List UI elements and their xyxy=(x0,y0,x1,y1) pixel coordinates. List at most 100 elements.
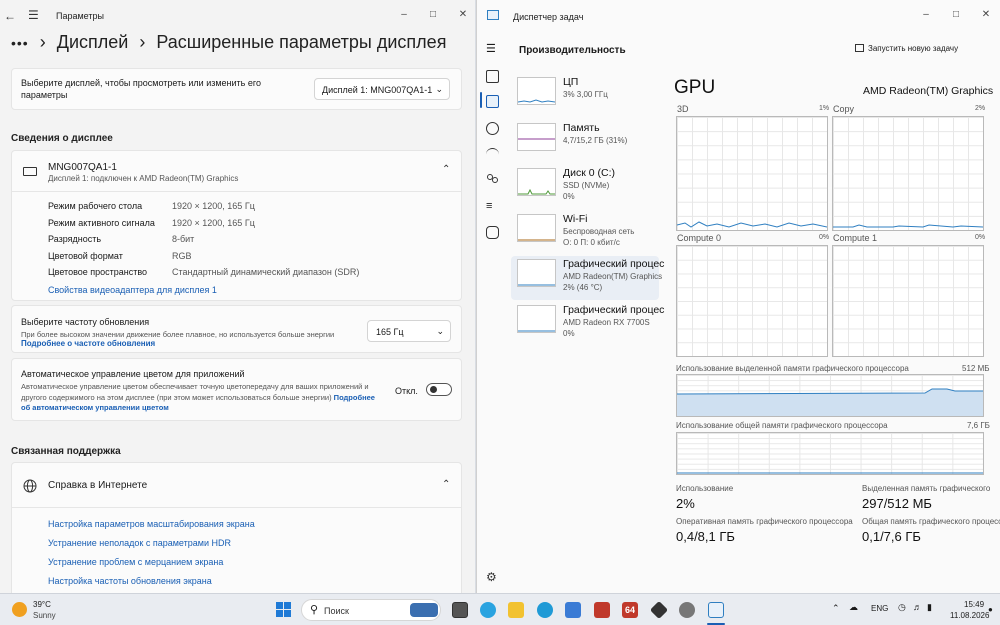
battery-icon[interactable]: ▮ xyxy=(927,602,932,613)
close-icon[interactable]: ✕ xyxy=(980,9,992,20)
divider xyxy=(12,507,461,508)
dedicated-memory-max: 512 МБ xyxy=(962,364,990,373)
perf-item[interactable]: ЦП 3% 3,00 ГГц xyxy=(511,74,659,118)
adapter-properties-link[interactable]: Свойства видеоадаптера для дисплея 1 xyxy=(48,285,217,295)
edge-icon[interactable] xyxy=(537,602,553,618)
tray-app-icon[interactable]: ☁ xyxy=(849,602,858,613)
perf-item-name: Память xyxy=(563,121,600,134)
engine-max: 2% xyxy=(975,105,986,112)
more-icon[interactable]: ••• xyxy=(11,35,29,51)
engine-name[interactable]: Copy xyxy=(833,104,854,114)
close-icon[interactable]: ✕ xyxy=(457,9,469,20)
thumbnail-graph xyxy=(518,330,555,331)
weather-sun-icon[interactable] xyxy=(12,602,27,617)
notification-bell-icon[interactable]: ● xyxy=(988,605,993,614)
run-new-task-button[interactable]: Запустить новую задачу xyxy=(855,44,958,53)
performance-icon[interactable] xyxy=(486,95,499,108)
minimize-icon[interactable]: – xyxy=(920,9,932,20)
taskmgr-window: Диспетчер задач – □ ✕ ☰ ≡ ⚙ Производител… xyxy=(476,0,1000,593)
perf-item[interactable]: Wi-Fi Беспроводная сеть О: 0 П: 0 кбит/с xyxy=(511,211,659,255)
refresh-rate-select[interactable]: 165 Гц ⌄ xyxy=(367,320,451,342)
search-icon: ⚲ xyxy=(310,604,319,616)
engine-name[interactable]: Compute 1 xyxy=(833,233,877,243)
detail-label: Цветовой формат xyxy=(48,250,123,261)
processes-icon[interactable] xyxy=(486,70,499,83)
clock-date[interactable]: 11.08.2026 xyxy=(950,611,989,620)
shared-memory-max: 7,6 ГБ xyxy=(967,421,990,430)
back-arrow-icon[interactable]: ← xyxy=(4,9,16,23)
taskmgr-app-icon xyxy=(487,10,499,20)
auto-color-card: Автоматическое управление цветом для при… xyxy=(11,358,462,421)
settings-titlebar: ← ☰ Параметры – □ ✕ xyxy=(0,0,475,32)
online-help-card: Справка в Интернете ⌃ Настройка параметр… xyxy=(11,462,462,593)
services-icon[interactable] xyxy=(486,226,499,239)
perf-item[interactable]: Графический процес AMD Radeon RX 7700S 0% xyxy=(511,302,664,346)
telegram-icon[interactable] xyxy=(480,602,496,618)
settings-gear-icon[interactable]: ⚙ xyxy=(486,570,497,584)
chevron-up-icon[interactable]: ⌃ xyxy=(442,479,450,490)
engine-graph xyxy=(676,116,828,231)
run-task-icon xyxy=(855,44,864,52)
settings-window: ← ☰ Параметры – □ ✕ ••• › Дисплей › Расш… xyxy=(0,0,475,593)
thumbnail-graph xyxy=(518,188,555,195)
task-manager-taskbar-icon[interactable] xyxy=(708,602,724,618)
perf-item-usage: О: 0 П: 0 кбит/с xyxy=(563,237,620,247)
chevron-up-icon[interactable]: ⌃ xyxy=(442,164,450,175)
perf-item[interactable]: Память 4,7/15,2 ГБ (31%) xyxy=(511,120,659,164)
engine-usage-line xyxy=(677,221,827,228)
minimize-icon[interactable]: – xyxy=(398,9,410,20)
refresh-learn-more-link[interactable]: Подробнее о частоте обновления xyxy=(21,339,155,348)
help-link[interactable]: Настройка параметров масштабирования экр… xyxy=(48,519,255,529)
stat-label: Оперативная память графического процессо… xyxy=(676,517,853,526)
file-explorer-icon[interactable] xyxy=(508,602,524,618)
startup-apps-icon[interactable] xyxy=(486,148,499,161)
volume-icon[interactable]: ♬ xyxy=(913,602,922,612)
language-indicator[interactable]: ENG xyxy=(871,604,888,613)
help-link[interactable]: Устранение неполадок с параметрами HDR xyxy=(48,538,231,548)
engine-name[interactable]: 3D xyxy=(677,104,689,114)
tray-chevron-up-icon[interactable]: ⌃ xyxy=(832,603,840,614)
store-icon[interactable] xyxy=(565,602,581,618)
users-icon[interactable] xyxy=(486,174,499,187)
stat-value: 0,1/7,6 ГБ xyxy=(862,529,921,544)
maximize-icon[interactable]: □ xyxy=(950,9,962,20)
acm-description: Автоматическое управление цветом обеспеч… xyxy=(21,382,376,414)
perf-item-name: Графический процес xyxy=(563,258,665,270)
perf-item[interactable]: Диск 0 (C:) SSD (NVMe) 0% xyxy=(511,165,659,209)
engine-name[interactable]: Compute 0 xyxy=(677,233,721,243)
help-link[interactable]: Устранение проблем с мерцанием экрана xyxy=(48,557,223,567)
display-select[interactable]: Дисплей 1: MNG007QA1-1 ⌄ xyxy=(314,78,450,100)
breadcrumb-parent[interactable]: Дисплей xyxy=(57,32,129,52)
wifi-icon[interactable]: ◷ xyxy=(898,602,906,613)
settings-taskbar-icon[interactable] xyxy=(679,602,695,618)
engine-max: 0% xyxy=(819,234,830,241)
weather-temp[interactable]: 39°C xyxy=(33,600,51,609)
thumbnail-graph xyxy=(518,239,555,240)
detail-label: Режим рабочего стола xyxy=(48,201,143,211)
start-windows-icon[interactable] xyxy=(276,602,292,618)
display-info-heading: Сведения о дисплее xyxy=(11,133,113,144)
perf-item-detail: Беспроводная сеть xyxy=(563,226,635,236)
app-cube-icon[interactable] xyxy=(649,600,669,620)
app-history-icon[interactable] xyxy=(486,122,499,135)
hamburger-menu-icon[interactable]: ☰ xyxy=(28,8,39,22)
aida64-icon[interactable]: 64 xyxy=(622,602,638,618)
taskmgr-nav: ☰ ≡ ⚙ xyxy=(477,32,507,593)
acm-title: Автоматическое управление цветом для при… xyxy=(21,369,245,379)
stat-value: 0,4/8,1 ГБ xyxy=(676,529,735,544)
acm-toggle[interactable] xyxy=(426,383,452,396)
detail-value: 1920 × 1200, 165 Гц xyxy=(172,201,255,211)
detail-label: Режим активного сигнала xyxy=(48,217,155,228)
task-view-icon[interactable] xyxy=(452,602,468,618)
clock-time[interactable]: 15:49 xyxy=(964,600,984,609)
help-link[interactable]: Настройка частоты обновления экрана xyxy=(48,576,212,586)
perf-item[interactable]: Графический процес AMD Radeon(TM) Graphic… xyxy=(511,256,664,300)
select-display-card: Выберите дисплей, чтобы просмотреть или … xyxy=(11,68,462,110)
details-icon[interactable]: ≡ xyxy=(486,200,499,213)
perf-item-detail: 3% 3,00 ГГц xyxy=(563,90,608,99)
app-icon[interactable] xyxy=(594,602,610,618)
hamburger-menu-icon[interactable]: ☰ xyxy=(486,42,496,55)
maximize-icon[interactable]: □ xyxy=(427,9,439,20)
taskbar-search[interactable]: ⚲ Поиск xyxy=(301,599,441,621)
divider xyxy=(12,191,461,192)
